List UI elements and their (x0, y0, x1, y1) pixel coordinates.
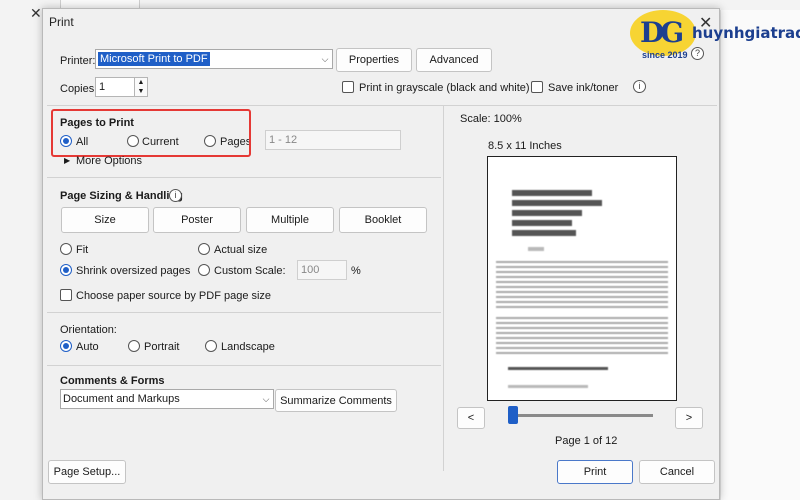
custom-scale-radio[interactable] (198, 264, 210, 276)
pages-range-input[interactable]: 1 - 12 (265, 130, 401, 150)
orientation-portrait-radio[interactable] (128, 340, 140, 352)
tab-multiple[interactable]: Multiple (246, 207, 334, 233)
cancel-button[interactable]: Cancel (639, 460, 715, 484)
copies-stepper[interactable]: ▲ ▼ (134, 77, 148, 97)
grayscale-label: Print in grayscale (black and white) (359, 82, 530, 94)
fit-label: Fit (76, 244, 89, 256)
chevron-down-icon: ⌵ (321, 53, 329, 64)
preview-line (512, 220, 572, 226)
orientation-divider (47, 312, 441, 313)
custom-scale-label: Custom Scale: (214, 265, 286, 277)
scale-label: Scale: 100% (460, 113, 522, 125)
chevron-down-icon: ⌵ (262, 393, 270, 404)
fit-radio[interactable] (60, 243, 72, 255)
page-slider-thumb[interactable] (508, 406, 518, 424)
tab-booklet[interactable]: Booklet (339, 207, 427, 233)
info-icon[interactable]: i (633, 80, 646, 93)
printer-select[interactable]: Microsoft Print to PDF ⌵ (95, 49, 333, 69)
comments-divider (47, 365, 441, 366)
stepper-down-icon[interactable]: ▼ (135, 87, 147, 96)
preview-line (508, 367, 608, 370)
comments-selected-value: Document and Markups (63, 393, 180, 405)
highlight-box (51, 109, 251, 157)
orientation-title: Orientation: (60, 324, 117, 336)
page-preview (487, 156, 677, 401)
preview-line (528, 247, 544, 251)
page-sizing-divider (47, 177, 441, 178)
percent-label: % (351, 265, 361, 277)
dialog-title: Print (49, 15, 74, 29)
copies-label: Copies: (60, 83, 98, 95)
print-button[interactable]: Print (557, 460, 633, 484)
preview-line (512, 190, 592, 196)
actual-size-label: Actual size (214, 244, 268, 256)
printer-label: Printer: (60, 55, 96, 67)
comments-select[interactable]: Document and Markups ⌵ (60, 389, 274, 409)
summarize-comments-button[interactable]: Summarize Comments (275, 389, 397, 412)
column-divider (443, 105, 444, 471)
stepper-up-icon[interactable]: ▲ (135, 78, 147, 87)
choose-paper-checkbox[interactable] (60, 289, 72, 301)
printer-selected-value: Microsoft Print to PDF (98, 52, 210, 66)
page-indicator: Page 1 of 12 (555, 435, 618, 447)
advanced-button[interactable]: Advanced (416, 48, 492, 72)
grayscale-checkbox[interactable] (342, 81, 354, 93)
next-page-button[interactable]: > (675, 407, 703, 429)
background-close-icon[interactable]: ✕ (30, 5, 42, 22)
page-sizing-title: Page Sizing & Handling (60, 190, 183, 202)
orientation-landscape-label: Landscape (221, 341, 275, 353)
more-options-link[interactable]: More Options (76, 155, 142, 167)
preview-paragraph (496, 261, 668, 311)
save-ink-label: Save ink/toner (548, 82, 619, 94)
triangle-right-icon[interactable]: ▶ (64, 156, 70, 165)
comments-title: Comments & Forms (60, 375, 165, 387)
preview-line (512, 200, 602, 206)
orientation-portrait-label: Portrait (144, 341, 180, 353)
actual-size-radio[interactable] (198, 243, 210, 255)
page-slider[interactable] (515, 414, 653, 417)
shrink-label: Shrink oversized pages (76, 265, 191, 277)
orientation-auto-radio[interactable] (60, 340, 72, 352)
preview-line (512, 210, 582, 216)
paper-size-label: 8.5 x 11 Inches (488, 140, 562, 152)
tab-size[interactable]: Size (61, 207, 149, 233)
logo-brand: huynhgiatrading (692, 24, 800, 42)
tab-poster[interactable]: Poster (153, 207, 241, 233)
logo-since: since 2019 (642, 50, 688, 60)
watermark-logo: DG huynhgiatrading since 2019 (630, 10, 800, 70)
orientation-auto-label: Auto (76, 341, 99, 353)
preview-paragraph (496, 317, 668, 357)
properties-button[interactable]: Properties (336, 48, 412, 72)
print-dialog: Print ✕ Printer: Microsoft Print to PDF … (42, 8, 720, 500)
save-ink-checkbox[interactable] (531, 81, 543, 93)
choose-paper-label: Choose paper source by PDF page size (76, 290, 272, 302)
orientation-landscape-radio[interactable] (205, 340, 217, 352)
page-setup-button[interactable]: Page Setup... (48, 460, 126, 484)
shrink-radio[interactable] (60, 264, 72, 276)
preview-line (508, 385, 588, 388)
copies-input[interactable]: 1 (95, 77, 135, 97)
background-panel (720, 10, 800, 500)
preview-line (512, 230, 576, 236)
top-divider (47, 105, 717, 106)
logo-mark-icon: DG (640, 16, 684, 49)
info-icon[interactable]: i (169, 189, 182, 202)
custom-scale-input[interactable]: 100 (297, 260, 347, 280)
prev-page-button[interactable]: < (457, 407, 485, 429)
